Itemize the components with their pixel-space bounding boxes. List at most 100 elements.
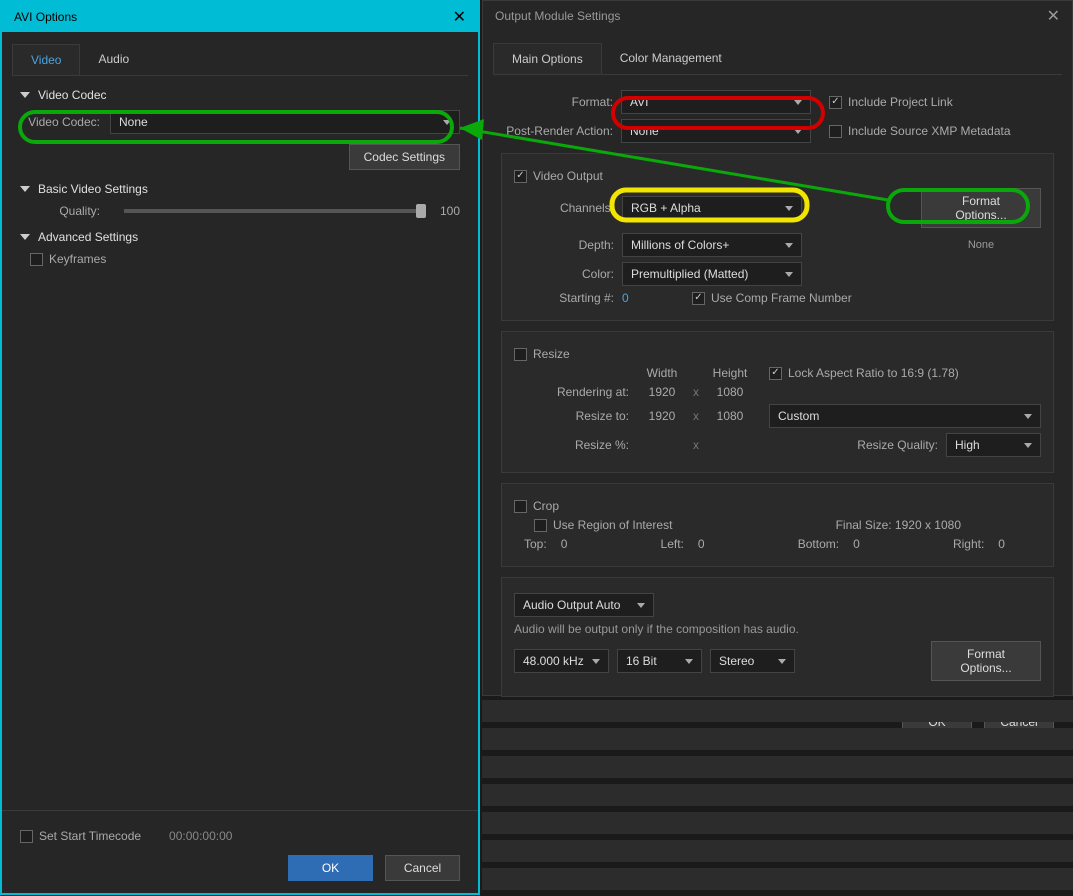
lock-aspect-checkbox[interactable] — [769, 367, 782, 380]
chevron-down-icon — [592, 659, 600, 664]
chevron-down-icon — [637, 603, 645, 608]
codec-settings-button[interactable]: Codec Settings — [349, 144, 460, 170]
resize-h: 1080 — [705, 409, 755, 423]
video-codec-label: Video Codec: — [20, 115, 100, 129]
depth-label: Depth: — [514, 238, 614, 252]
depth-dropdown[interactable]: Millions of Colors+ — [622, 233, 802, 257]
include-project-label: Include Project Link — [848, 95, 953, 109]
video-output-panel: Video Output Channels: RGB + Alpha Forma… — [501, 153, 1054, 321]
use-comp-frame-checkbox[interactable] — [692, 292, 705, 305]
crop-left-val: 0 — [698, 537, 705, 551]
quality-label: Quality: — [50, 204, 100, 218]
tab-audio[interactable]: Audio — [80, 44, 147, 75]
crop-top-val: 0 — [561, 537, 568, 551]
section-basic-video[interactable]: Basic Video Settings — [20, 182, 460, 196]
postrender-label: Post-Render Action: — [501, 124, 613, 138]
crop-right-label: Right: — [953, 537, 984, 551]
postrender-dropdown[interactable]: None — [621, 119, 811, 143]
final-size-label: Final Size: 1920 x 1080 — [836, 518, 961, 532]
chevron-down-icon — [778, 659, 786, 664]
chevron-down-icon — [1024, 443, 1032, 448]
avi-titlebar[interactable]: AVI Options ✕ — [2, 2, 478, 32]
resize-quality-label: Resize Quality: — [857, 438, 938, 452]
start-timecode-checkbox[interactable] — [20, 830, 33, 843]
quality-value: 100 — [440, 204, 460, 218]
format-dropdown[interactable]: AVI — [621, 90, 811, 114]
resize-preset-dropdown[interactable]: Custom — [769, 404, 1041, 428]
chevron-down-icon — [794, 129, 802, 134]
chevron-down-icon — [785, 272, 793, 277]
audio-note: Audio will be output only if the composi… — [514, 622, 799, 636]
crop-panel: Crop Use Region of Interest Final Size: … — [501, 483, 1054, 567]
audio-channels-dropdown[interactable]: Stereo — [710, 649, 795, 673]
chevron-down-icon — [785, 243, 793, 248]
crop-right-val: 0 — [998, 537, 1005, 551]
render-h: 1080 — [705, 385, 755, 399]
resize-quality-dropdown[interactable]: High — [946, 433, 1041, 457]
output-tabs: Main Options Color Management — [493, 43, 1062, 75]
include-xmp-label: Include Source XMP Metadata — [848, 124, 1011, 138]
audio-bits-dropdown[interactable]: 16 Bit — [617, 649, 702, 673]
avi-options-window: AVI Options ✕ Video Audio Video Codec Vi… — [0, 0, 480, 895]
use-region-checkbox[interactable] — [534, 519, 547, 532]
avi-title: AVI Options — [14, 10, 77, 24]
timecode-value: 00:00:00:00 — [169, 829, 232, 843]
color-label: Color: — [514, 267, 614, 281]
width-header: Width — [637, 366, 687, 380]
ok-button-left[interactable]: OK — [288, 855, 373, 881]
close-icon[interactable]: ✕ — [1047, 6, 1060, 26]
use-region-label: Use Region of Interest — [553, 518, 672, 532]
caret-down-icon — [20, 92, 30, 98]
video-output-checkbox[interactable] — [514, 170, 527, 183]
crop-bottom-label: Bottom: — [798, 537, 839, 551]
crop-checkbox[interactable] — [514, 500, 527, 513]
rendering-at-label: Rendering at: — [514, 385, 629, 399]
close-icon[interactable]: ✕ — [453, 7, 466, 27]
video-codec-dropdown[interactable]: None — [110, 110, 460, 134]
starting-value[interactable]: 0 — [622, 291, 662, 305]
section-video-codec[interactable]: Video Codec — [20, 88, 460, 102]
include-project-checkbox[interactable] — [829, 96, 842, 109]
caret-down-icon — [20, 186, 30, 192]
cancel-button-left[interactable]: Cancel — [385, 855, 460, 881]
audio-output-dropdown[interactable]: Audio Output Auto — [514, 593, 654, 617]
starting-label: Starting #: — [514, 291, 614, 305]
chevron-down-icon — [1024, 414, 1032, 419]
tab-main-options[interactable]: Main Options — [493, 43, 602, 74]
resize-w: 1920 — [637, 409, 687, 423]
lock-aspect-label: Lock Aspect Ratio to 16:9 (1.78) — [788, 366, 959, 380]
tab-video[interactable]: Video — [12, 44, 80, 75]
height-header: Height — [705, 366, 755, 380]
crop-header: Crop — [533, 499, 559, 513]
resize-pct-label: Resize %: — [514, 438, 629, 452]
channels-label: Channels: — [514, 201, 614, 215]
resize-panel: Resize Width Height Lock Aspect Ratio to… — [501, 331, 1054, 473]
quality-slider[interactable] — [124, 209, 426, 213]
avi-tabs: Video Audio — [12, 44, 468, 76]
output-title: Output Module Settings — [495, 9, 620, 23]
use-comp-frame-label: Use Comp Frame Number — [711, 291, 852, 305]
render-w: 1920 — [637, 385, 687, 399]
crop-top-label: Top: — [524, 537, 547, 551]
section-advanced[interactable]: Advanced Settings — [20, 230, 460, 244]
tab-color-management[interactable]: Color Management — [602, 43, 740, 74]
audio-format-options-button[interactable]: Format Options... — [931, 641, 1041, 681]
slider-thumb-icon[interactable] — [416, 204, 426, 218]
audio-rate-dropdown[interactable]: 48.000 kHz — [514, 649, 609, 673]
keyframes-checkbox[interactable] — [30, 253, 43, 266]
caret-down-icon — [20, 234, 30, 240]
resize-checkbox[interactable] — [514, 348, 527, 361]
channels-dropdown[interactable]: RGB + Alpha — [622, 196, 802, 220]
background-stripes — [482, 700, 1073, 896]
none-text: None — [921, 239, 1041, 251]
output-module-window: Output Module Settings ✕ Main Options Co… — [482, 0, 1073, 696]
format-options-button[interactable]: Format Options... — [921, 188, 1041, 228]
include-xmp-checkbox[interactable] — [829, 125, 842, 138]
color-dropdown[interactable]: Premultiplied (Matted) — [622, 262, 802, 286]
format-label: Format: — [501, 95, 613, 109]
resize-to-label: Resize to: — [514, 409, 629, 423]
start-timecode-label: Set Start Timecode — [39, 829, 141, 843]
resize-header: Resize — [533, 347, 570, 361]
video-output-header: Video Output — [533, 169, 603, 183]
output-titlebar[interactable]: Output Module Settings ✕ — [483, 1, 1072, 31]
